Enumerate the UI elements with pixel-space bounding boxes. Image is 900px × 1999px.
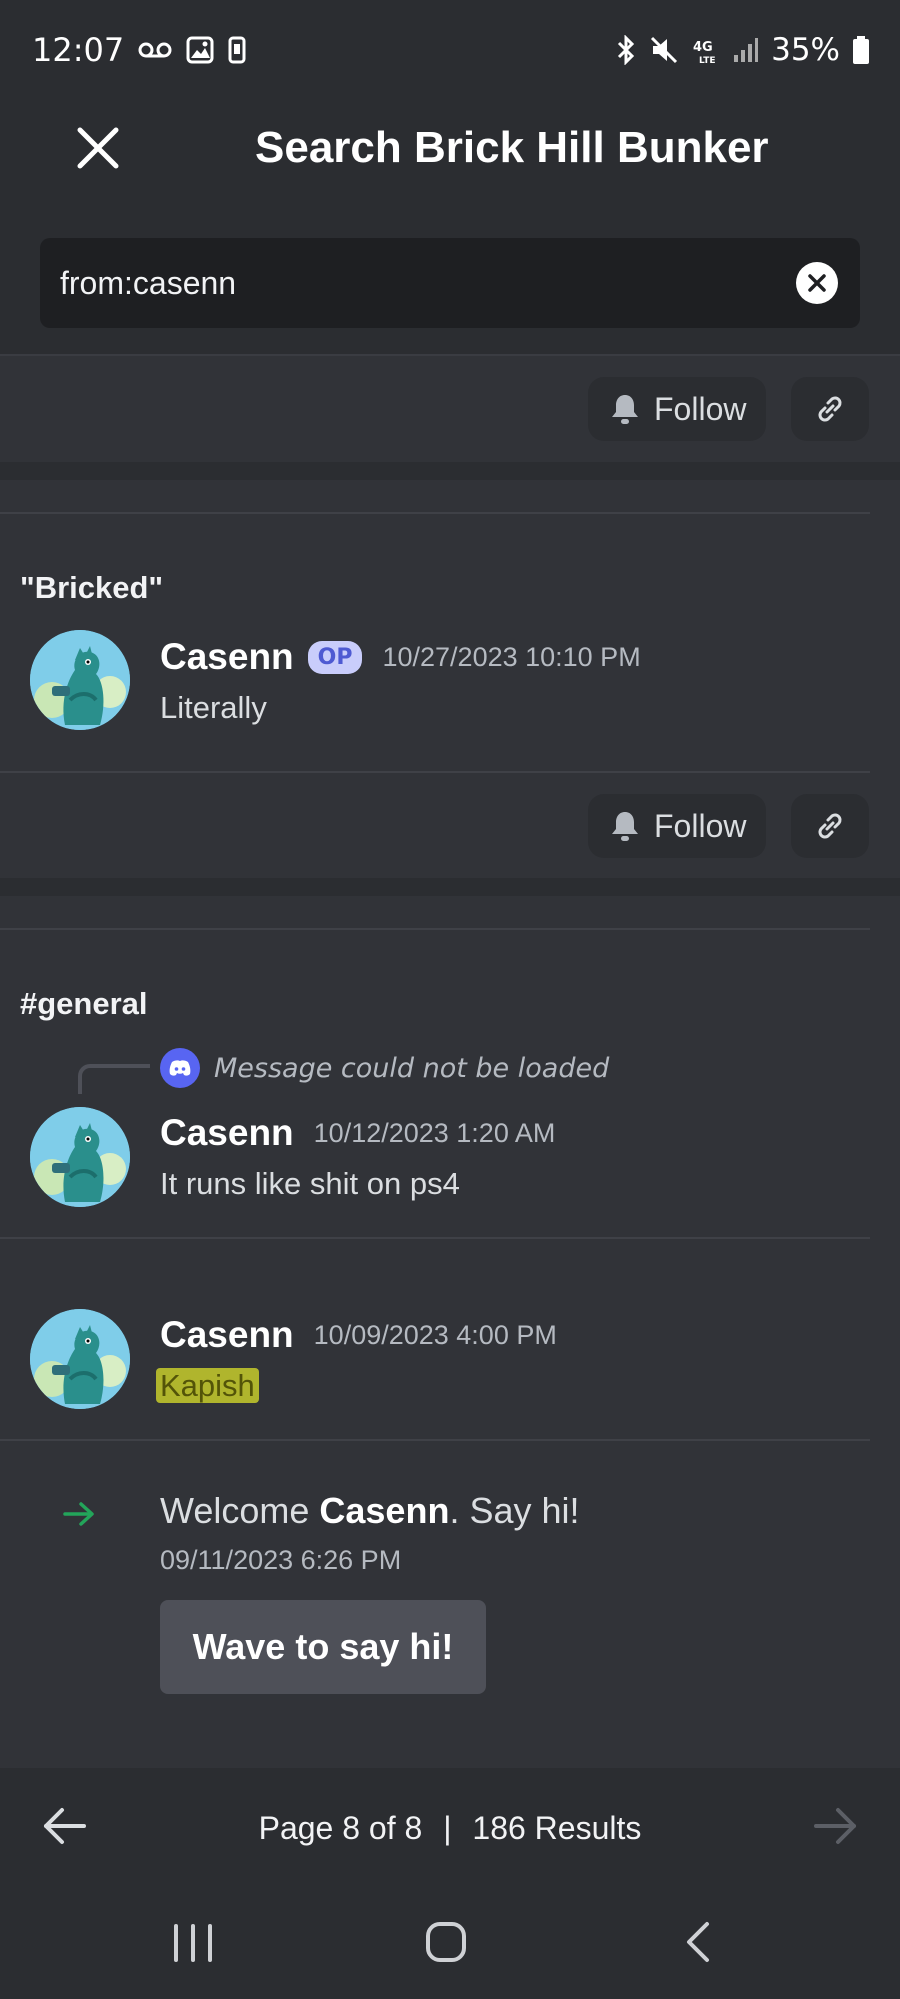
link-icon xyxy=(818,396,842,422)
bell-icon xyxy=(612,812,638,841)
divider xyxy=(0,928,870,930)
search-query[interactable]: from:casenn xyxy=(60,265,236,302)
discord-icon xyxy=(160,1048,200,1088)
welcome-username[interactable]: Casenn xyxy=(319,1490,449,1531)
page-title: Search Brick Hill Bunker xyxy=(255,123,769,172)
copy-link-button[interactable] xyxy=(791,794,869,858)
divider xyxy=(0,771,870,773)
divider xyxy=(0,512,870,514)
recent-apps-icon xyxy=(174,1924,212,1962)
follow-label: Follow xyxy=(654,390,747,427)
battery-percent: 35% xyxy=(771,32,840,68)
clear-search-button[interactable] xyxy=(796,262,838,304)
reply-connector xyxy=(78,1064,150,1094)
page-indicator: Page 8 of 8 xyxy=(258,1809,423,1846)
svg-text:4G: 4G xyxy=(693,40,713,55)
mute-icon xyxy=(649,35,679,65)
avatar[interactable] xyxy=(30,630,130,730)
divider xyxy=(0,1439,870,1441)
section-separator xyxy=(0,462,900,480)
results-count: 186 Results xyxy=(472,1809,642,1846)
divider xyxy=(0,1237,870,1239)
next-page-button[interactable] xyxy=(812,1806,858,1850)
image-icon xyxy=(186,36,214,64)
message-header: Casenn 10/12/2023 1:20 AM xyxy=(160,1112,555,1154)
reply-reference[interactable]: Message could not be loaded xyxy=(160,1048,609,1088)
follow-label: Follow xyxy=(654,807,747,844)
bell-icon xyxy=(612,395,638,424)
welcome-suffix: . Say hi! xyxy=(449,1490,580,1531)
join-arrow-icon xyxy=(62,1500,96,1532)
follow-button[interactable]: Follow xyxy=(588,377,767,441)
status-left: 12:07 xyxy=(32,31,246,69)
message-text: Literally xyxy=(160,690,267,725)
welcome-prefix: Welcome xyxy=(160,1490,320,1531)
recent-apps-button[interactable] xyxy=(170,1922,216,1968)
home-button[interactable] xyxy=(424,1920,468,1968)
avatar[interactable] xyxy=(30,1107,130,1207)
avatar[interactable] xyxy=(30,1309,130,1409)
channel-name[interactable]: #general xyxy=(20,986,148,1022)
voicemail-icon xyxy=(138,40,172,60)
welcome-timestamp: 09/11/2023 6:26 PM xyxy=(160,1545,402,1575)
message-header: Casenn 10/09/2023 4:00 PM xyxy=(160,1314,557,1356)
clear-icon xyxy=(808,274,826,292)
back-button[interactable] xyxy=(683,1920,713,1968)
follow-button[interactable]: Follow xyxy=(588,794,767,858)
battery-icon xyxy=(852,35,870,65)
copy-link-button[interactable] xyxy=(791,377,869,441)
author-name[interactable]: Casenn xyxy=(160,1112,294,1154)
thread-title[interactable]: "Bricked" xyxy=(20,570,163,606)
highlighted-text: Kapish xyxy=(156,1368,259,1403)
arrow-right-icon xyxy=(814,1808,856,1844)
pagination-bar: Page 8 of 8 | 186 Results xyxy=(0,1768,900,1888)
close-button[interactable] xyxy=(68,118,128,178)
status-bar: 12:07 4G LTE 35% xyxy=(0,0,900,100)
section-separator xyxy=(0,878,900,896)
search-input[interactable]: from:casenn xyxy=(40,238,860,328)
message-text: Kapish xyxy=(156,1368,259,1404)
author-name[interactable]: Casenn xyxy=(160,1314,294,1356)
4g-lte-icon: 4G LTE xyxy=(691,35,721,65)
message-header: Casenn OP 10/27/2023 10:10 PM xyxy=(160,636,641,678)
message-timestamp: 10/27/2023 10:10 PM xyxy=(382,641,641,672)
svg-text:LTE: LTE xyxy=(699,56,716,65)
divider xyxy=(0,354,900,356)
prev-page-button[interactable] xyxy=(42,1806,88,1850)
pagination-info: Page 8 of 8 | 186 Results xyxy=(259,1810,642,1847)
home-icon xyxy=(426,1922,466,1962)
message-text: It runs like shit on ps4 xyxy=(160,1166,460,1201)
system-nav-bar xyxy=(0,1888,900,1999)
wave-button[interactable]: Wave to say hi! xyxy=(160,1600,486,1694)
arrow-left-icon xyxy=(44,1808,86,1844)
message-timestamp: 10/12/2023 1:20 AM xyxy=(313,1117,556,1148)
link-icon xyxy=(818,813,842,839)
status-time: 12:07 xyxy=(32,31,125,69)
reply-text: Message could not be loaded xyxy=(214,1052,610,1084)
bluetooth-icon xyxy=(615,35,637,65)
message-timestamp: 10/09/2023 4:00 PM xyxy=(313,1319,557,1350)
pager-separator: | xyxy=(443,1809,452,1846)
op-badge: OP xyxy=(307,640,363,674)
status-right: 4G LTE 35% xyxy=(615,32,870,68)
back-icon xyxy=(687,1922,709,1962)
welcome-message: Welcome Casenn. Say hi! xyxy=(160,1490,580,1532)
signal-icon xyxy=(733,37,759,63)
phone-icon xyxy=(228,36,246,64)
close-icon xyxy=(77,127,119,169)
author-name[interactable]: Casenn xyxy=(160,636,294,678)
search-header: Search Brick Hill Bunker from:casenn xyxy=(0,100,900,355)
